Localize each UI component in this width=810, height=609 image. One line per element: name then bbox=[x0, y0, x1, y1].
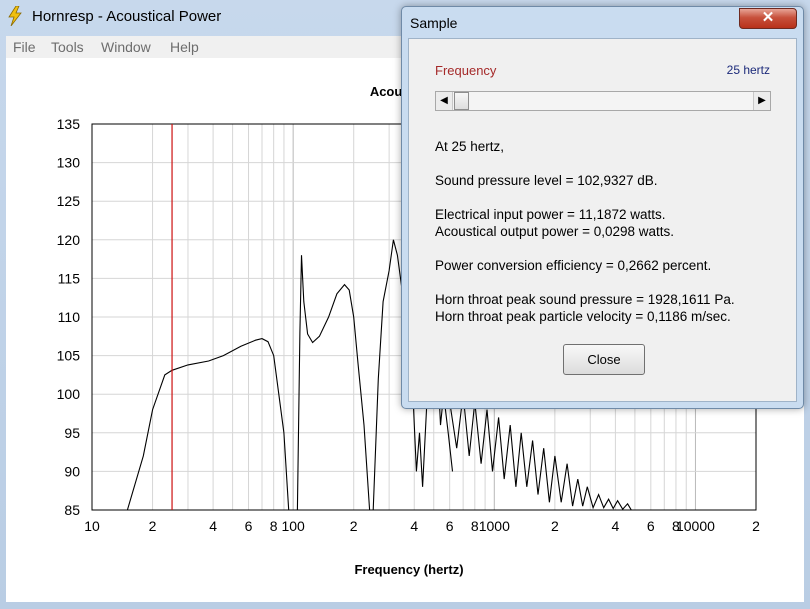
dialog-body: Frequency 25 hertz ◀ ▶ At 25 hertz, Soun… bbox=[408, 38, 797, 402]
series-line-2 bbox=[449, 394, 632, 511]
x-tick-label: 4 bbox=[410, 518, 418, 534]
close-button[interactable]: Close bbox=[563, 344, 645, 375]
x-tick-label: 4 bbox=[612, 518, 620, 534]
y-tick-label: 135 bbox=[57, 116, 81, 132]
x-tick-label: 8 bbox=[270, 518, 278, 534]
info-line-electrical-power: Electrical input power = 11,1872 watts. bbox=[435, 207, 666, 222]
dialog-title: Sample bbox=[410, 15, 458, 31]
slider-right-arrow-icon[interactable]: ▶ bbox=[753, 92, 770, 110]
y-tick-label: 120 bbox=[57, 232, 81, 248]
info-line-acoustical-power: Acoustical output power = 0,0298 watts. bbox=[435, 224, 675, 239]
x-tick-label: 4 bbox=[209, 518, 217, 534]
frequency-label: Frequency bbox=[435, 63, 497, 78]
x-tick-label: 8 bbox=[471, 518, 479, 534]
sample-dialog: Sample ✕ Frequency 25 hertz ◀ ▶ At 25 he… bbox=[401, 6, 804, 409]
menu-window[interactable]: Window bbox=[101, 39, 151, 55]
y-tick-label: 125 bbox=[57, 193, 81, 209]
x-tick-label: 6 bbox=[446, 518, 454, 534]
dialog-close-icon[interactable]: ✕ bbox=[739, 8, 797, 29]
window-title: Hornresp - Acoustical Power bbox=[32, 8, 222, 25]
x-tick-label: 100 bbox=[281, 518, 305, 534]
y-tick-label: 110 bbox=[58, 309, 81, 325]
x-tick-label: 10 bbox=[84, 518, 100, 534]
menu-help[interactable]: Help bbox=[170, 39, 199, 55]
slider-left-arrow-icon[interactable]: ◀ bbox=[436, 92, 453, 110]
x-tick-label: 1000 bbox=[479, 518, 510, 534]
y-tick-label: 105 bbox=[57, 348, 81, 364]
info-line-frequency: At 25 hertz, bbox=[435, 139, 505, 154]
y-tick-label: 95 bbox=[64, 425, 80, 441]
y-tick-label: 85 bbox=[64, 502, 80, 518]
info-line-throat-pressure: Horn throat peak sound pressure = 1928,1… bbox=[435, 292, 735, 307]
x-tick-label: 2 bbox=[752, 518, 760, 534]
slider-thumb[interactable] bbox=[454, 92, 469, 110]
x-tick-label: 6 bbox=[245, 518, 253, 534]
menu-tools[interactable]: Tools bbox=[51, 39, 84, 55]
y-tick-label: 115 bbox=[58, 270, 81, 286]
x-tick-label: 10000 bbox=[676, 518, 715, 534]
y-tick-label: 100 bbox=[57, 386, 81, 402]
y-tick-label: 90 bbox=[64, 463, 80, 479]
menu-file[interactable]: File bbox=[13, 39, 36, 55]
frequency-value: 25 hertz bbox=[726, 63, 770, 77]
frequency-slider[interactable]: ◀ ▶ bbox=[435, 91, 771, 111]
lightning-bolt-icon bbox=[8, 6, 22, 26]
x-tick-label: 2 bbox=[149, 518, 157, 534]
x-tick-label: 6 bbox=[647, 518, 655, 534]
x-axis-label: Frequency (hertz) bbox=[354, 562, 463, 577]
y-tick-label: 130 bbox=[57, 155, 81, 171]
info-line-spl: Sound pressure level = 102,9327 dB. bbox=[435, 173, 658, 188]
x-tick-label: 2 bbox=[350, 518, 358, 534]
info-line-efficiency: Power conversion efficiency = 0,2662 per… bbox=[435, 258, 712, 273]
x-tick-label: 2 bbox=[551, 518, 559, 534]
info-line-particle-velocity: Horn throat peak particle velocity = 0,1… bbox=[435, 309, 731, 324]
